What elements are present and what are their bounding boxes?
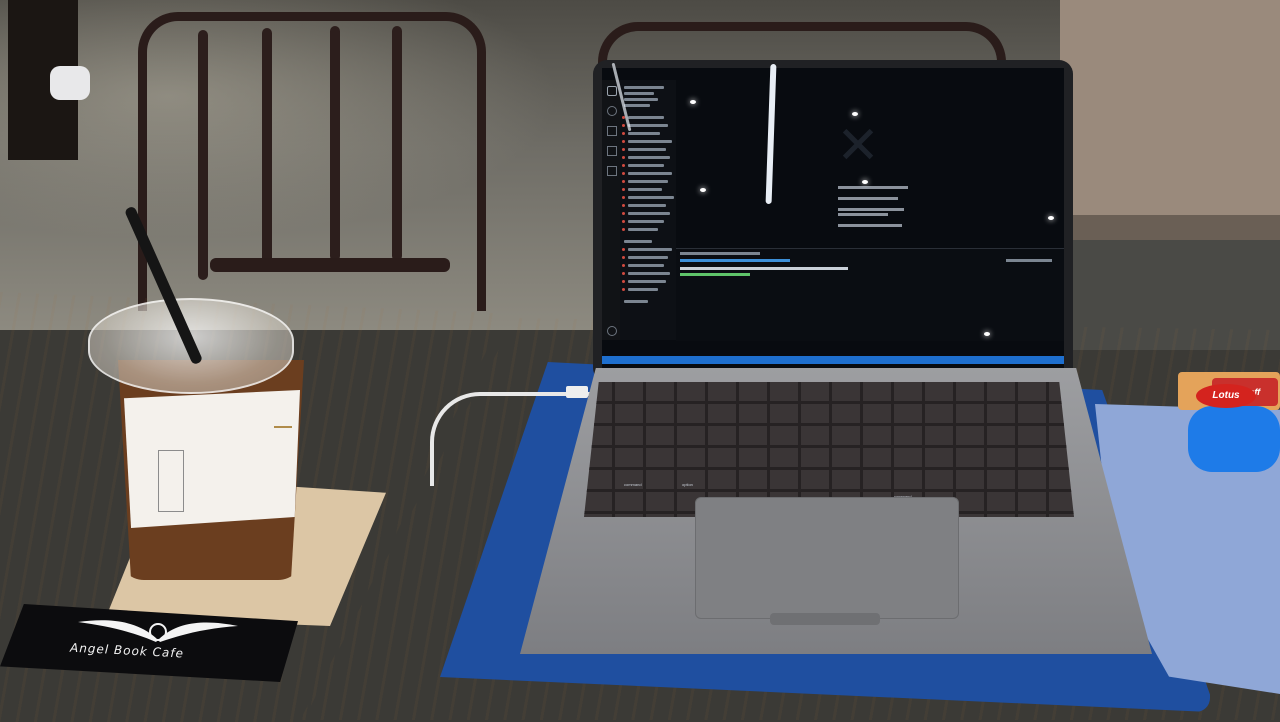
- lotus-label: Lotus: [1196, 384, 1256, 408]
- shortcut-hint-line: [838, 213, 888, 216]
- tree-item: [628, 188, 662, 191]
- file-error-icon: [622, 172, 625, 175]
- file-error-icon: [622, 212, 625, 215]
- tree-item: [628, 212, 670, 215]
- chair-spindle: [262, 28, 272, 268]
- files-icon: [607, 86, 617, 96]
- ceiling-light-reflection: [690, 100, 696, 104]
- terminal-line: [680, 273, 750, 276]
- ceiling-light-reflection: [1048, 216, 1054, 220]
- file-error-icon: [622, 140, 625, 143]
- ceiling-light-reflection: [700, 188, 706, 192]
- shortcut-hint-line: [838, 224, 902, 227]
- wings-icon: [274, 426, 292, 438]
- tree-item: [628, 124, 668, 127]
- tree-item: [628, 204, 666, 207]
- tree-item: [628, 228, 658, 231]
- tree-item: [628, 140, 672, 143]
- tree-item: [628, 156, 670, 159]
- ceiling-light-reflection: [852, 112, 858, 116]
- tree-item: [628, 164, 664, 167]
- source-control-icon: [607, 126, 617, 136]
- account-icon: [607, 326, 617, 336]
- vscode-logo-icon: ✕: [836, 116, 880, 176]
- chair-spindle: [330, 26, 340, 261]
- editor-status-bar: [602, 356, 1064, 364]
- tree-item: [628, 280, 666, 283]
- file-error-icon: [622, 248, 625, 251]
- file-error-icon: [622, 180, 625, 183]
- lid-notch: [770, 613, 880, 625]
- file-error-icon: [622, 148, 625, 151]
- tree-item: [628, 116, 664, 119]
- tree-item: [624, 300, 648, 303]
- tree-item: [628, 148, 666, 151]
- cup-sleeve: [124, 390, 300, 528]
- chair-rail: [210, 258, 450, 272]
- chair-spindle: [198, 30, 208, 280]
- back-wall: [1060, 0, 1280, 240]
- tree-item: [628, 220, 664, 223]
- file-error-icon: [622, 288, 625, 291]
- cup-measure-marks: [158, 450, 184, 512]
- shortcut-hint-line: [838, 186, 908, 189]
- file-error-icon: [622, 164, 625, 167]
- tree-item: [628, 196, 674, 199]
- file-error-icon: [622, 264, 625, 267]
- file-error-icon: [622, 188, 625, 191]
- angel-wings-icon: [78, 614, 238, 644]
- tree-item: [624, 92, 654, 95]
- laptop-trackpad: [695, 497, 959, 619]
- file-error-icon: [622, 124, 625, 127]
- tree-item: [628, 172, 672, 175]
- tree-item: [624, 240, 652, 243]
- file-error-icon: [622, 196, 625, 199]
- ceiling-light-reflection: [984, 332, 990, 336]
- file-error-icon: [622, 280, 625, 283]
- extensions-icon: [607, 166, 617, 176]
- tree-item: [628, 272, 670, 275]
- file-error-icon: [622, 256, 625, 259]
- key-option-left: option: [682, 482, 693, 487]
- panel-actions[interactable]: [1006, 259, 1052, 262]
- airpods-case: [1188, 406, 1280, 472]
- tree-item: [628, 180, 668, 183]
- terminal-line: [680, 259, 790, 262]
- terminal-line: [680, 267, 848, 270]
- tree-item: [624, 104, 650, 107]
- tree-item: [628, 288, 658, 291]
- tree-item: [628, 256, 668, 259]
- file-error-icon: [622, 220, 625, 223]
- file-error-icon: [622, 156, 625, 159]
- shortcut-hint-line: [838, 197, 898, 200]
- shortcut-hint-line: [838, 208, 904, 211]
- terminal-panel[interactable]: [676, 248, 1064, 341]
- key-command-left: command: [624, 482, 642, 487]
- editor-activity-bar: [602, 80, 620, 340]
- ceiling-light-reflection: [862, 180, 868, 184]
- debug-icon: [607, 146, 617, 156]
- search-icon: [607, 106, 617, 116]
- tree-item: [628, 132, 660, 135]
- file-error-icon: [622, 132, 625, 135]
- usb-c-connector: [566, 386, 588, 398]
- tree-item: [624, 86, 664, 89]
- tree-item: [628, 248, 672, 251]
- file-error-icon: [622, 204, 625, 207]
- chair-spindle: [392, 26, 402, 261]
- panel-tabs[interactable]: [680, 252, 760, 255]
- tree-item: [628, 264, 664, 267]
- sneaker: [50, 66, 90, 100]
- file-error-icon: [622, 272, 625, 275]
- tree-item: [624, 98, 658, 101]
- file-error-icon: [622, 228, 625, 231]
